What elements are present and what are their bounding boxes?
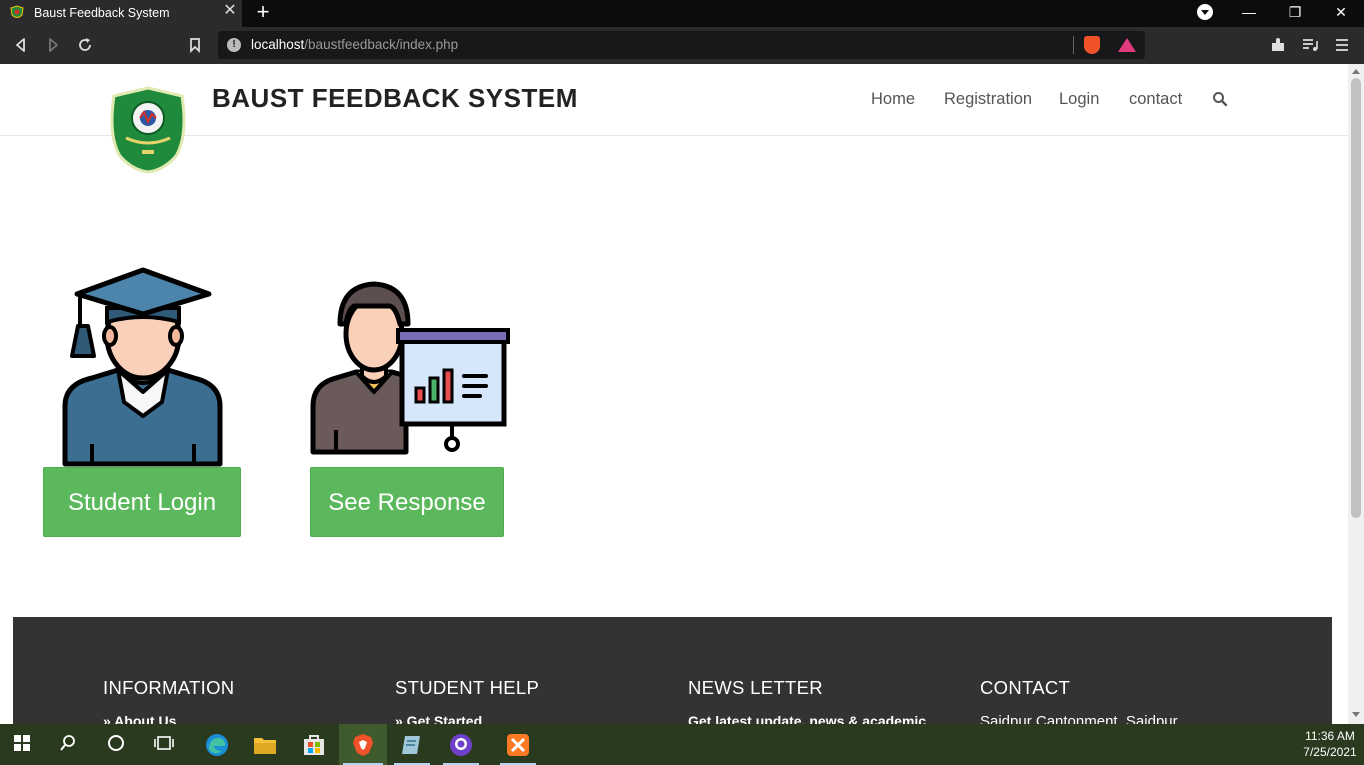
hamburger-menu-icon[interactable] (1332, 35, 1352, 55)
browser-tab-strip: Baust Feedback System ✕ + — ❐ ✕ (0, 0, 1364, 27)
footer-contact-address: Saidpur Cantonment, Saidpur (980, 713, 1178, 724)
nav-registration[interactable]: Registration (944, 90, 1032, 109)
task-view-icon (154, 736, 174, 750)
notebook-icon (402, 736, 420, 754)
close-window-button[interactable]: ✕ (1321, 0, 1361, 24)
tab-title: Baust Feedback System (34, 6, 170, 20)
task-view-button[interactable] (142, 724, 190, 765)
footer-link-get-started[interactable]: » Get Started (395, 713, 482, 724)
file-explorer-taskbar-app[interactable] (241, 724, 289, 765)
brave-rewards-icon[interactable] (1118, 38, 1136, 52)
brave-taskbar-app[interactable] (339, 724, 387, 765)
clock-date: 7/25/2021 (1303, 745, 1357, 759)
system-clock[interactable]: 11:36 AM 7/25/2021 (1300, 728, 1360, 760)
student-login-button[interactable]: Student Login (43, 467, 241, 537)
media-playlist-icon[interactable] (1300, 35, 1320, 55)
nav-contact[interactable]: contact (1129, 90, 1182, 109)
brave-browser-icon (353, 734, 373, 756)
search-icon[interactable] (1212, 91, 1228, 107)
page-scrollbar[interactable] (1348, 64, 1364, 724)
student-graduate-icon (62, 266, 223, 467)
cortana-circle-icon (108, 735, 124, 751)
tab-close-icon[interactable]: ✕ (222, 3, 238, 19)
footer-heading-newsletter: NEWS LETTER (688, 677, 823, 698)
extensions-icon[interactable] (1268, 35, 1288, 55)
site-info-icon[interactable]: ! (227, 38, 241, 52)
notes-taskbar-app[interactable] (388, 724, 436, 765)
store-taskbar-app[interactable] (290, 724, 338, 765)
see-response-button[interactable]: See Response (310, 467, 504, 537)
clock-time: 11:36 AM (1305, 729, 1355, 743)
tab-search-icon[interactable] (1197, 4, 1213, 20)
reload-icon[interactable] (75, 35, 95, 55)
edge-taskbar-app[interactable] (193, 724, 241, 765)
taskbar-search-icon (60, 735, 75, 751)
footer-heading-student-help: STUDENT HELP (395, 677, 540, 698)
site-title: BAUST FEEDBACK SYSTEM (212, 83, 578, 113)
scroll-down-arrow-icon[interactable] (1352, 712, 1360, 717)
url-text[interactable]: localhost/baustfeedback/index.php (251, 37, 458, 52)
github-taskbar-app[interactable] (437, 724, 485, 765)
url-path: /baustfeedback/index.php (304, 37, 459, 52)
footer-heading-contact: CONTACT (980, 677, 1071, 698)
minimize-button[interactable]: — (1229, 0, 1269, 24)
browser-tab[interactable]: Baust Feedback System ✕ (0, 0, 242, 27)
restore-button[interactable]: ❐ (1275, 0, 1315, 24)
scroll-thumb[interactable] (1351, 78, 1361, 518)
windows-taskbar: 11:36 AM 7/25/2021 (0, 724, 1364, 765)
back-icon[interactable] (11, 35, 31, 55)
github-desktop-icon (450, 734, 472, 756)
baust-logo (110, 86, 186, 174)
xampp-icon (507, 734, 529, 756)
cortana-button[interactable] (94, 724, 142, 765)
store-bag-icon (304, 735, 324, 755)
url-divider (1073, 36, 1074, 54)
new-tab-button[interactable]: + (253, 1, 273, 23)
presenter-chart-icon (310, 281, 510, 455)
edge-browser-icon (206, 734, 228, 756)
scroll-up-arrow-icon[interactable] (1352, 69, 1360, 74)
nav-home[interactable]: Home (871, 90, 915, 109)
address-bar[interactable]: ! localhost/baustfeedback/index.php (218, 31, 1145, 59)
bookmark-icon[interactable] (185, 35, 205, 55)
folder-icon (254, 738, 276, 754)
brave-shields-icon[interactable] (1084, 36, 1100, 54)
nav-login[interactable]: Login (1059, 90, 1099, 109)
footer-link-about-us[interactable]: » About Us (103, 713, 176, 724)
forward-icon[interactable] (43, 35, 63, 55)
site-header: BAUST FEEDBACK SYSTEM Home Registration … (0, 64, 1348, 174)
browser-toolbar: ! localhost/baustfeedback/index.php (0, 27, 1364, 64)
url-host: localhost (251, 37, 305, 52)
taskbar-search-button[interactable] (46, 724, 94, 765)
baust-favicon-icon (10, 5, 24, 18)
footer-newsletter-text: Get latest update, news & academic (688, 713, 927, 724)
xampp-taskbar-app[interactable] (494, 724, 542, 765)
site-footer: INFORMATION » About Us STUDENT HELP » Ge… (13, 617, 1332, 724)
start-button[interactable] (0, 724, 48, 765)
footer-heading-information: INFORMATION (103, 677, 235, 698)
windows-logo-icon (14, 735, 30, 751)
web-page: BAUST FEEDBACK SYSTEM Home Registration … (0, 64, 1348, 724)
